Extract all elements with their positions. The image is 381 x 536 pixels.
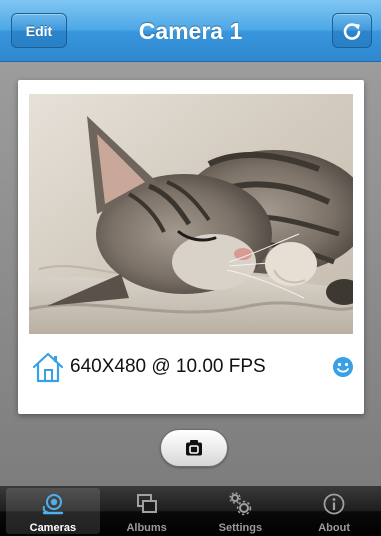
tab-albums[interactable]: Albums: [100, 486, 194, 536]
snapshot-button[interactable]: [160, 429, 228, 467]
camera-card: 640X480 @ 10.00 FPS: [18, 80, 364, 414]
camera-live-view[interactable]: [29, 94, 353, 334]
tab-label-about: About: [318, 522, 350, 534]
smiley-icon: [333, 357, 353, 377]
refresh-button[interactable]: [332, 13, 372, 48]
navigation-bar: Edit Camera 1: [0, 0, 381, 62]
page-title: Camera 1: [138, 18, 243, 44]
camera-icon: [186, 440, 202, 456]
tab-settings[interactable]: Settings: [194, 486, 288, 536]
tab-cameras[interactable]: Cameras: [6, 488, 100, 534]
camera-content-area: 640X480 @ 10.00 FPS: [0, 62, 381, 486]
tab-label-cameras: Cameras: [29, 522, 77, 534]
tab-bar: Cameras Albums Settings About: [0, 486, 381, 536]
home-icon: [32, 352, 64, 383]
tab-about[interactable]: About: [287, 486, 381, 536]
camera-info-row: 640X480 @ 10.00 FPS: [18, 334, 364, 414]
refresh-icon: [343, 22, 361, 40]
resolution-fps-text: 640X480 @ 10.00 FPS: [70, 356, 266, 377]
albums-icon: [136, 494, 157, 513]
gears-icon: [229, 492, 252, 516]
tab-label-settings: Settings: [218, 522, 263, 534]
camera-eye-icon: [42, 494, 64, 515]
tab-label-albums: Albums: [126, 522, 167, 534]
info-icon: [323, 493, 345, 515]
camera-feed-image: [29, 94, 353, 334]
